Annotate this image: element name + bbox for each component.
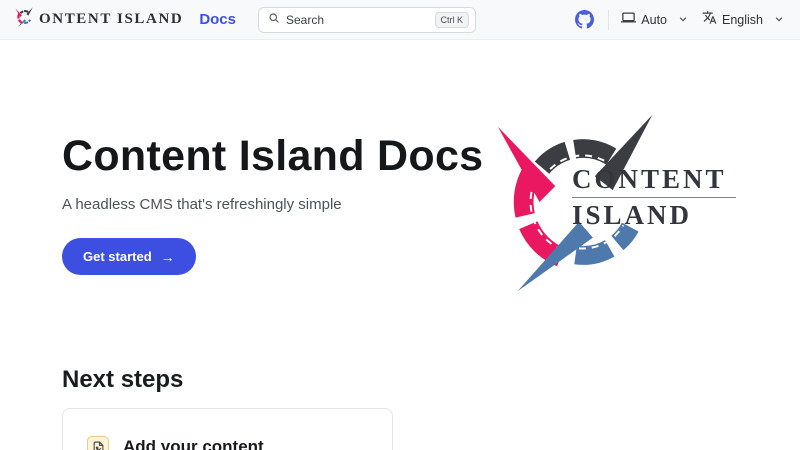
theme-selector-label: Auto bbox=[641, 13, 667, 27]
navbar-right-group: Auto English bbox=[575, 10, 786, 30]
brand-wordmark: ONTENT ISLAND bbox=[39, 11, 183, 28]
arrow-right-icon: → bbox=[161, 250, 175, 264]
logo-divider bbox=[572, 197, 736, 198]
search-input[interactable] bbox=[286, 13, 429, 27]
card-title: Add your content bbox=[123, 437, 264, 450]
docs-link[interactable]: Docs bbox=[199, 11, 236, 28]
add-your-content-card[interactable]: Add your content bbox=[62, 408, 393, 450]
search-bar[interactable]: Ctrl K bbox=[258, 7, 476, 33]
top-navbar: ONTENT ISLAND Docs Ctrl K Auto bbox=[0, 0, 800, 40]
laptop-icon bbox=[621, 10, 636, 30]
chevron-down-icon bbox=[678, 11, 688, 29]
logo-wordmark: CONTENT ISLAND bbox=[572, 165, 736, 230]
hero-section: Content Island Docs A headless CMS that'… bbox=[62, 40, 800, 360]
get-started-label: Get started bbox=[83, 249, 152, 264]
logo-line1: CONTENT bbox=[572, 165, 736, 195]
get-started-button[interactable]: Get started → bbox=[62, 238, 196, 275]
logo-line2: ISLAND bbox=[572, 201, 736, 231]
compass-logo-icon bbox=[14, 6, 36, 33]
language-selector-label: English bbox=[722, 13, 763, 27]
theme-selector[interactable]: Auto bbox=[621, 10, 688, 30]
language-selector[interactable]: English bbox=[702, 10, 784, 30]
search-shortcut-badge: Ctrl K bbox=[435, 12, 470, 28]
brand-logo[interactable]: ONTENT ISLAND bbox=[14, 6, 183, 33]
navbar-divider bbox=[608, 10, 609, 30]
github-icon[interactable] bbox=[575, 10, 594, 29]
translate-icon bbox=[702, 10, 717, 30]
chevron-down-icon bbox=[774, 11, 784, 29]
next-steps-section: Next steps Add your content bbox=[62, 366, 800, 450]
search-icon bbox=[268, 11, 280, 29]
document-icon bbox=[87, 436, 109, 450]
next-steps-heading: Next steps bbox=[62, 366, 800, 394]
content-island-logo: CONTENT ISLAND bbox=[484, 103, 752, 301]
